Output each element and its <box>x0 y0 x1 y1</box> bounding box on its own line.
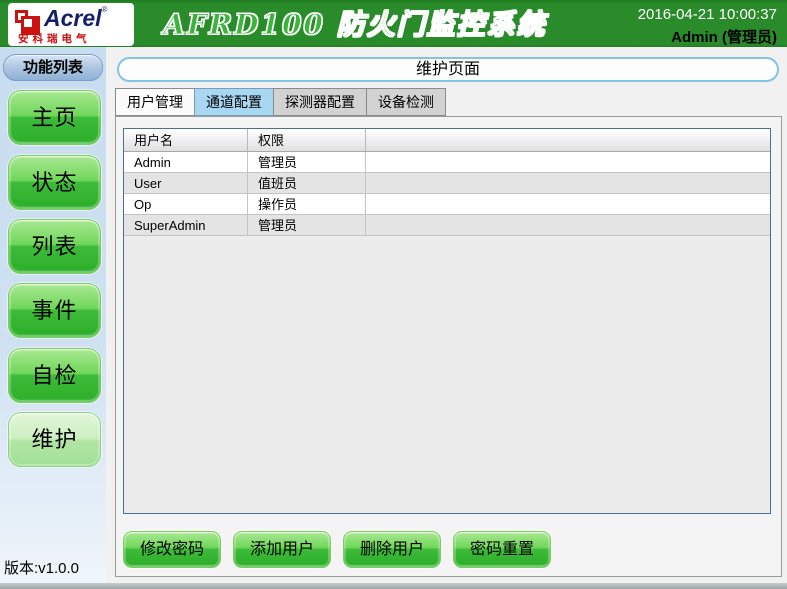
tab-bar: 用户管理 通道配置 探测器配置 设备检测 <box>115 88 446 116</box>
datetime-display: 2016-04-21 10:00:37 <box>637 6 777 23</box>
sidebar-item-status[interactable]: 状态 <box>8 155 101 210</box>
cell-username: Admin <box>124 152 248 172</box>
tab-channel-config[interactable]: 通道配置 <box>194 88 274 116</box>
change-password-button[interactable]: 修改密码 <box>123 531 221 568</box>
tab-content-panel: 用户名 权限 Admin 管理员 User 值班员 Op 操作员 SuperAd… <box>115 116 782 577</box>
app-window: Acrel® 安科瑞电气 AFRD100 防火门监控系统 2016-04-21 … <box>0 0 787 589</box>
cell-username: Op <box>124 194 248 214</box>
brand-name: Acrel® <box>44 5 108 31</box>
header-bar: Acrel® 安科瑞电气 AFRD100 防火门监控系统 2016-04-21 … <box>0 0 787 47</box>
page-title: 维护页面 <box>117 57 779 82</box>
table-header-row: 用户名 权限 <box>124 129 770 152</box>
sidebar-item-list[interactable]: 列表 <box>8 219 101 274</box>
acrel-logo: Acrel® 安科瑞电气 <box>8 3 134 46</box>
cell-role: 值班员 <box>248 173 366 193</box>
column-header-username: 用户名 <box>124 129 248 151</box>
main-area: 维护页面 用户管理 通道配置 探测器配置 设备检测 用户名 权限 Admin 管… <box>106 47 787 583</box>
reset-password-button[interactable]: 密码重置 <box>453 531 551 568</box>
tab-detector-config[interactable]: 探测器配置 <box>273 88 367 116</box>
sidebar: 功能列表 主页 状态 列表 事件 自检 维护 版本:v1.0.0 <box>0 47 106 583</box>
brand-subtitle: 安科瑞电气 <box>18 33 91 45</box>
registered-mark: ® <box>101 5 108 14</box>
app-title: AFRD100 防火门监控系统 <box>163 8 547 42</box>
column-header-empty <box>366 129 770 151</box>
column-header-role: 权限 <box>248 129 366 151</box>
table-row[interactable]: User 值班员 <box>124 173 770 194</box>
cell-role: 管理员 <box>248 152 366 172</box>
sidebar-item-events[interactable]: 事件 <box>8 283 101 338</box>
version-label: 版本:v1.0.0 <box>4 560 80 577</box>
add-user-button[interactable]: 添加用户 <box>233 531 331 568</box>
window-bottom-edge <box>0 583 787 589</box>
table-row[interactable]: Admin 管理员 <box>124 152 770 173</box>
cell-username: SuperAdmin <box>124 215 248 235</box>
logged-in-user: Admin (管理员) <box>671 29 777 46</box>
cell-role: 操作员 <box>248 194 366 214</box>
sidebar-item-selfcheck[interactable]: 自检 <box>8 348 101 403</box>
tab-user-management[interactable]: 用户管理 <box>115 88 195 116</box>
delete-user-button[interactable]: 删除用户 <box>343 531 441 568</box>
user-table: 用户名 权限 Admin 管理员 User 值班员 Op 操作员 SuperAd… <box>123 128 771 514</box>
cell-role: 管理员 <box>248 215 366 235</box>
sidebar-header-function-list[interactable]: 功能列表 <box>3 54 103 81</box>
table-row[interactable]: Op 操作员 <box>124 194 770 215</box>
table-row[interactable]: SuperAdmin 管理员 <box>124 215 770 236</box>
tab-device-detection[interactable]: 设备检测 <box>366 88 446 116</box>
cell-username: User <box>124 173 248 193</box>
sidebar-item-maintenance[interactable]: 维护 <box>8 412 101 467</box>
sidebar-item-home[interactable]: 主页 <box>8 90 101 145</box>
